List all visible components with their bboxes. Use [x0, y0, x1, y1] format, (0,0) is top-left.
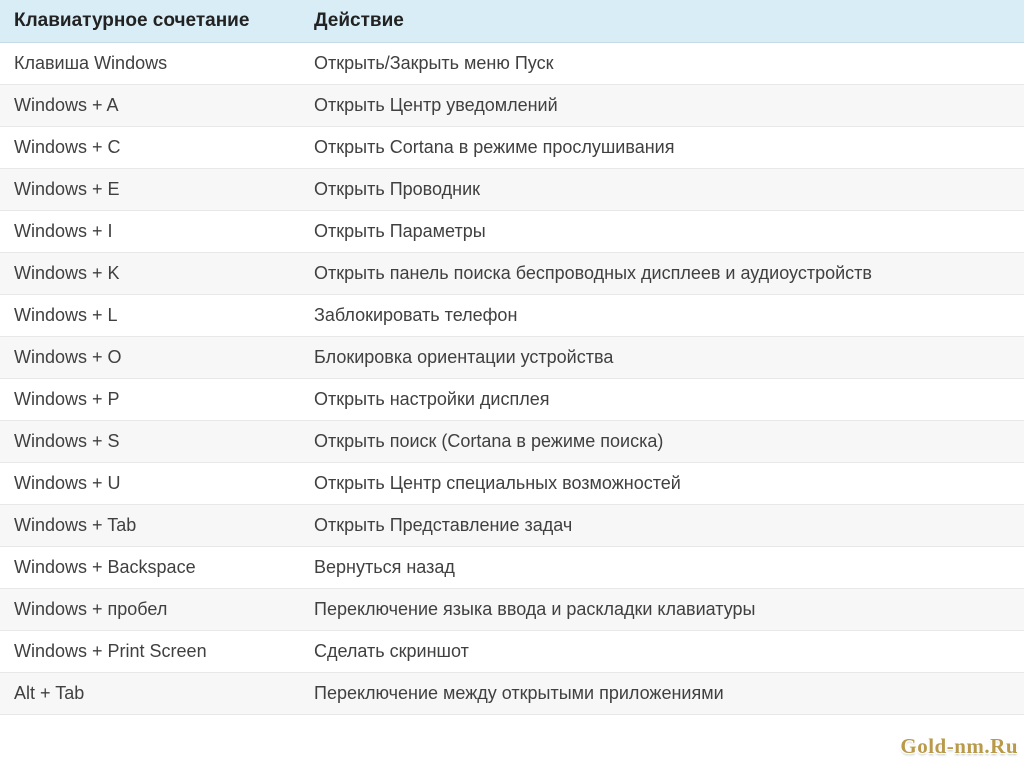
table-row: Клавиша WindowsОткрыть/Закрыть меню Пуск: [0, 43, 1024, 85]
cell-action: Открыть Центр специальных возможностей: [300, 463, 1024, 505]
cell-action: Вернуться назад: [300, 547, 1024, 589]
table-row: Windows + AОткрыть Центр уведомлений: [0, 85, 1024, 127]
table-row: Windows + KОткрыть панель поиска беспров…: [0, 253, 1024, 295]
table-row: Windows + BackspaceВернуться назад: [0, 547, 1024, 589]
cell-shortcut: Windows + S: [0, 421, 300, 463]
cell-shortcut: Windows + Backspace: [0, 547, 300, 589]
table-row: Windows + UОткрыть Центр специальных воз…: [0, 463, 1024, 505]
cell-shortcut: Alt + Tab: [0, 673, 300, 715]
table-row: Windows + IОткрыть Параметры: [0, 211, 1024, 253]
cell-action: Переключение между открытыми приложениям…: [300, 673, 1024, 715]
cell-shortcut: Windows + C: [0, 127, 300, 169]
cell-shortcut: Windows + K: [0, 253, 300, 295]
cell-shortcut: Windows + U: [0, 463, 300, 505]
cell-action: Блокировка ориентации устройства: [300, 337, 1024, 379]
table-row: Alt + TabПереключение между открытыми пр…: [0, 673, 1024, 715]
col-header-shortcut: Клавиатурное сочетание: [0, 0, 300, 43]
cell-action: Сделать скриншот: [300, 631, 1024, 673]
cell-shortcut: Windows + пробел: [0, 589, 300, 631]
cell-shortcut: Клавиша Windows: [0, 43, 300, 85]
cell-action: Переключение языка ввода и раскладки кла…: [300, 589, 1024, 631]
cell-action: Открыть Параметры: [300, 211, 1024, 253]
cell-action: Открыть панель поиска беспроводных диспл…: [300, 253, 1024, 295]
cell-action: Открыть поиск (Cortana в режиме поиска): [300, 421, 1024, 463]
cell-action: Открыть Представление задач: [300, 505, 1024, 547]
table-row: Windows + EОткрыть Проводник: [0, 169, 1024, 211]
cell-action: Заблокировать телефон: [300, 295, 1024, 337]
table-row: Windows + LЗаблокировать телефон: [0, 295, 1024, 337]
shortcuts-table: Клавиатурное сочетание Действие Клавиша …: [0, 0, 1024, 715]
cell-action: Открыть Центр уведомлений: [300, 85, 1024, 127]
cell-shortcut: Windows + Print Screen: [0, 631, 300, 673]
table-header-row: Клавиатурное сочетание Действие: [0, 0, 1024, 43]
table-row: Windows + CОткрыть Cortana в режиме прос…: [0, 127, 1024, 169]
table-row: Windows + Print ScreenСделать скриншот: [0, 631, 1024, 673]
cell-shortcut: Windows + P: [0, 379, 300, 421]
table-row: Windows + OБлокировка ориентации устройс…: [0, 337, 1024, 379]
table-row: Windows + PОткрыть настройки дисплея: [0, 379, 1024, 421]
table-row: Windows + пробелПереключение языка ввода…: [0, 589, 1024, 631]
cell-shortcut: Windows + O: [0, 337, 300, 379]
cell-action: Открыть Проводник: [300, 169, 1024, 211]
cell-shortcut: Windows + Tab: [0, 505, 300, 547]
cell-action: Открыть Cortana в режиме прослушивания: [300, 127, 1024, 169]
watermark: Gold-nm.Ru: [900, 734, 1018, 759]
table-row: Windows + TabОткрыть Представление задач: [0, 505, 1024, 547]
table-row: Windows + SОткрыть поиск (Cortana в режи…: [0, 421, 1024, 463]
cell-shortcut: Windows + E: [0, 169, 300, 211]
cell-shortcut: Windows + I: [0, 211, 300, 253]
cell-action: Открыть настройки дисплея: [300, 379, 1024, 421]
cell-shortcut: Windows + A: [0, 85, 300, 127]
cell-shortcut: Windows + L: [0, 295, 300, 337]
cell-action: Открыть/Закрыть меню Пуск: [300, 43, 1024, 85]
col-header-action: Действие: [300, 0, 1024, 43]
